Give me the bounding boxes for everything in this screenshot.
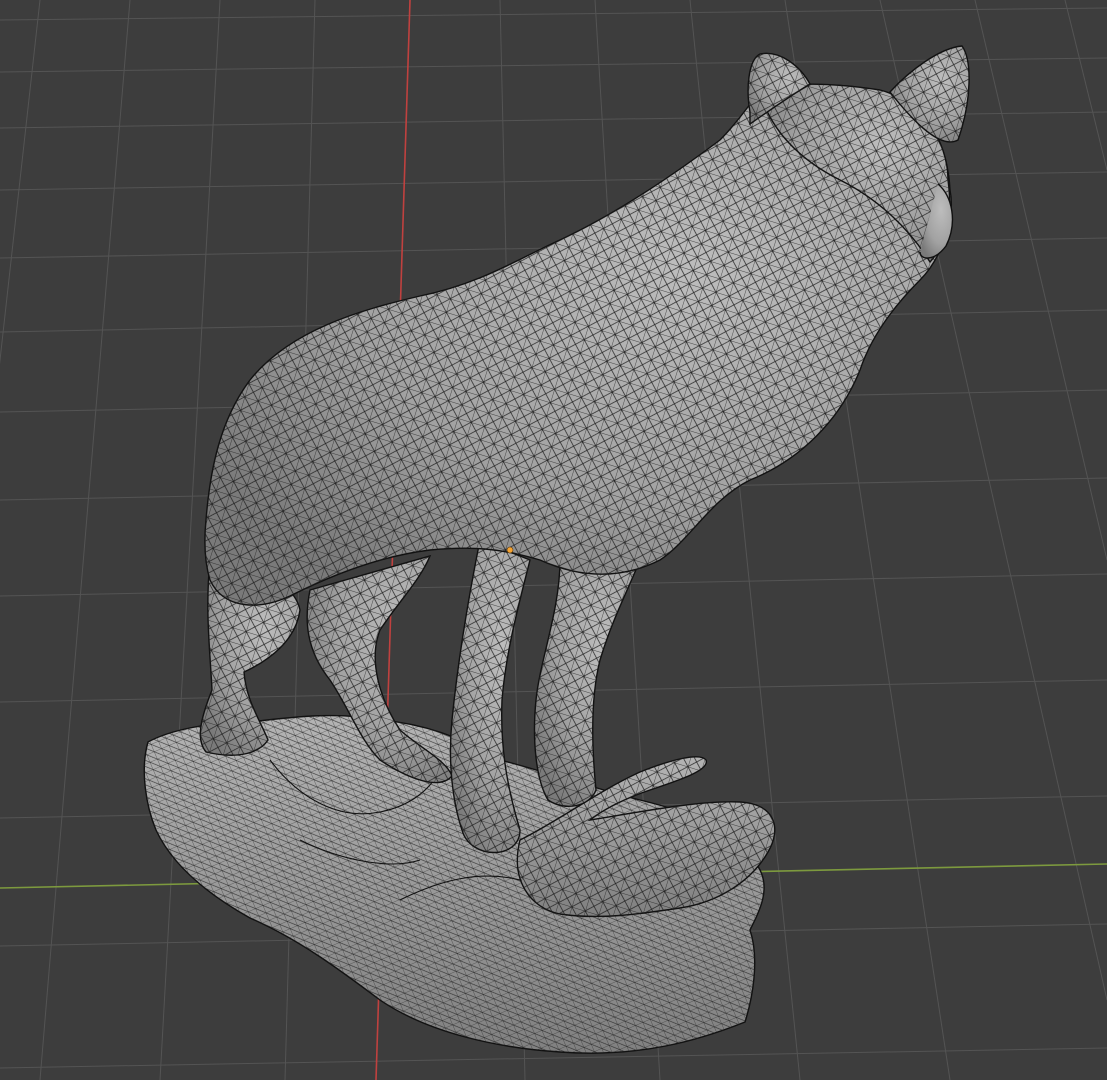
wolf-statue-mesh[interactable]	[143, 45, 970, 1054]
viewport-canvas[interactable]	[0, 0, 1107, 1080]
origin-marker[interactable]	[506, 546, 514, 554]
front-leg-right[interactable]	[533, 559, 642, 808]
3d-viewport[interactable]	[0, 0, 1107, 1080]
